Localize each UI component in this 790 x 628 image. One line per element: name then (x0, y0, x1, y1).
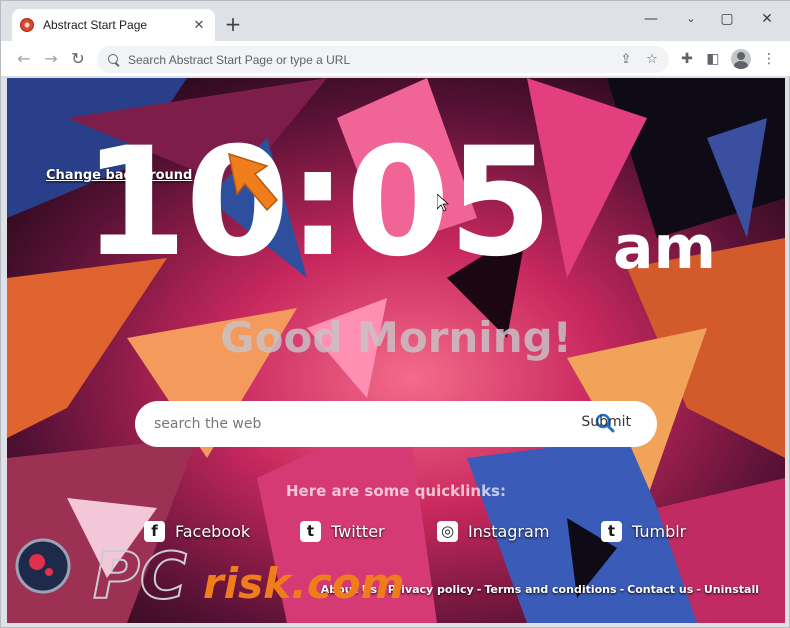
footer-separator: - (696, 583, 701, 596)
search-icon (108, 53, 120, 66)
browser-tab[interactable]: Abstract Start Page ✕ (12, 9, 215, 41)
clock-time: 10:05 (83, 116, 552, 290)
back-button[interactable]: ← (14, 49, 34, 69)
watermark-pc: PC (93, 540, 187, 614)
forward-button[interactable]: → (41, 49, 61, 69)
tab-title: Abstract Start Page (43, 18, 148, 32)
quicklinks-heading: Here are some quicklinks: (286, 482, 506, 500)
footer-terms-link[interactable]: Terms and conditions (484, 583, 616, 596)
address-input[interactable] (128, 52, 598, 67)
browser-window: Abstract Start Page ✕ + — ▢ ✕ ⌄ ← → ↻ ⇪ … (0, 0, 790, 628)
web-search-input[interactable] (154, 416, 554, 432)
bookmark-star-icon[interactable]: ☆ (643, 51, 661, 69)
new-tab-button[interactable]: + (223, 14, 243, 35)
watermark-risk: risk.com (203, 559, 405, 608)
tumblr-icon: t (601, 521, 622, 542)
reload-button[interactable]: ↻ (68, 49, 88, 69)
share-icon[interactable]: ⇪ (617, 51, 635, 69)
extensions-puzzle-icon[interactable]: ✚ (677, 49, 697, 69)
minimize-button[interactable]: — (637, 9, 665, 29)
address-bar[interactable]: ⇪ ☆ (97, 46, 669, 73)
page-content: Change background 10:05 am Good Morning!… (7, 78, 785, 623)
browser-toolbar: ← → ↻ ⇪ ☆ ✚ ◧ ⋮ (1, 41, 790, 77)
side-panel-icon[interactable]: ◧ (703, 49, 723, 69)
web-search-bar: Submit (135, 401, 657, 447)
tab-search-icon[interactable]: ⌄ (677, 9, 705, 29)
quicklink-label: Tumblr (632, 522, 687, 541)
footer-uninstall-link[interactable]: Uninstall (704, 583, 759, 596)
quicklink-tumblr[interactable]: t Tumblr (601, 521, 686, 542)
close-window-button[interactable]: ✕ (753, 9, 781, 29)
footer-contact-link[interactable]: Contact us (627, 583, 693, 596)
tab-close-icon[interactable]: ✕ (191, 18, 207, 33)
pcrisk-watermark: PC risk.com (15, 538, 405, 615)
clock-ampm: am (613, 213, 717, 283)
profile-avatar[interactable] (731, 49, 751, 69)
mouse-cursor-icon (437, 194, 449, 212)
footer-separator: - (619, 583, 625, 596)
submit-button[interactable]: Submit (581, 414, 631, 430)
maximize-button[interactable]: ▢ (713, 9, 741, 29)
orange-pointer-arrow-icon (228, 152, 279, 212)
tab-favicon-icon (20, 18, 34, 32)
menu-kebab-icon[interactable]: ⋮ (759, 49, 779, 69)
tab-strip: Abstract Start Page ✕ + — ▢ ✕ ⌄ (1, 1, 790, 41)
greeting-text: Good Morning! (220, 313, 572, 362)
